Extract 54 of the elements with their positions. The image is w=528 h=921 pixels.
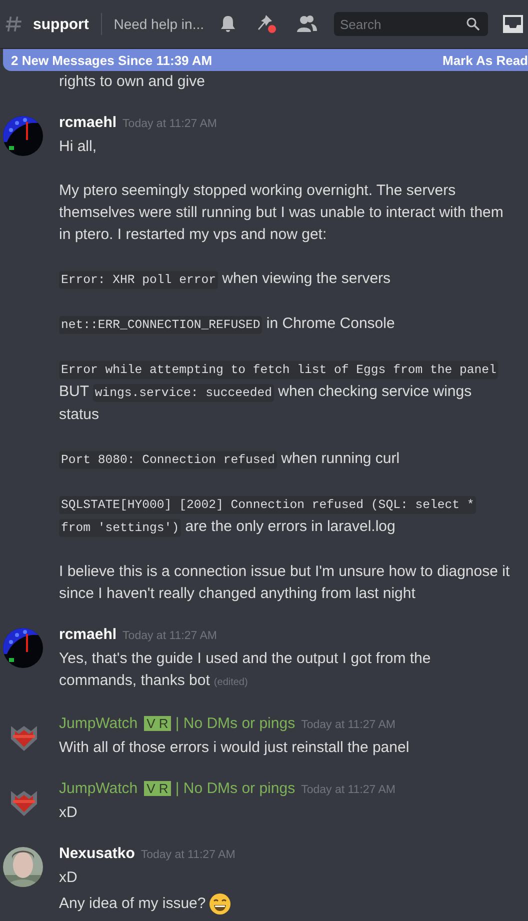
message-text: when checking service wings <box>277 383 472 400</box>
message-text: are the only errors in laravel.log <box>184 518 396 535</box>
grinning-emoji-icon <box>208 893 231 916</box>
message-text: when viewing the servers <box>221 270 391 287</box>
timestamp: Today at 11:27 AM <box>122 118 217 130</box>
author-name[interactable]: rcmaehl <box>59 626 117 643</box>
author-name[interactable]: JumpWatch <box>59 780 138 797</box>
message-text: in Chrome Console <box>265 315 395 332</box>
edited-label: (edited) <box>214 677 248 688</box>
timestamp: Today at 11:27 AM <box>301 784 396 796</box>
message-text: I believe this is a connection issue but I'm unsure how to diagnose it since I haven't really changed anything from last night <box>59 563 510 602</box>
message-text: xD <box>59 804 78 821</box>
role-tag: V R <box>144 781 172 796</box>
inline-code: from 'settings') <box>59 519 182 537</box>
inline-code: wings.service: succeeded <box>92 384 274 402</box>
bell-icon[interactable] <box>218 14 238 34</box>
inline-code: net::ERR_CONNECTION_REFUSED <box>59 316 262 334</box>
author-name[interactable]: JumpWatch <box>59 715 138 732</box>
mark-as-read-link[interactable]: Mark As Read <box>442 52 528 68</box>
role-tag: V R <box>144 716 172 731</box>
message-text: rights to own and give <box>59 73 205 90</box>
channel-name: support <box>33 16 89 32</box>
timestamp: Today at 11:27 AM <box>140 849 236 861</box>
search-icon <box>466 17 480 31</box>
author-name[interactable]: Nexusatko <box>59 845 135 862</box>
pin-icon[interactable] <box>256 13 278 35</box>
author-name[interactable]: rcmaehl <box>59 114 117 131</box>
inline-code: SQLSTATE[HY000] [2002] Connection refused (SQL: select * <box>59 496 476 514</box>
message-text: Hi all, <box>59 138 97 155</box>
search-field[interactable]: Search <box>334 12 488 36</box>
message-text: Yes, that's the guide I used and the output I got from the <box>59 650 431 667</box>
message-text: xD <box>59 869 78 886</box>
hash-icon <box>5 14 24 34</box>
nickname-suffix[interactable]: | No DMs or pings <box>175 715 296 732</box>
message-text: Any idea of my issue? <box>59 895 206 912</box>
message-text: status <box>59 406 100 423</box>
shield-icon[interactable] <box>9 723 39 753</box>
new-messages-bar[interactable]: 2 New Messages Since 11:39 AM Mark As Read <box>3 49 528 71</box>
channel-topic[interactable]: Need help in... <box>114 16 204 32</box>
timestamp: Today at 11:27 AM <box>301 719 396 731</box>
message-text: when running curl <box>280 450 400 467</box>
message-text: BUT <box>59 383 90 400</box>
shield-icon[interactable] <box>9 788 39 818</box>
inline-code: Port 8080: Connection refused <box>59 451 278 469</box>
message-text: commands, thanks bot <box>59 672 210 689</box>
inline-code: Error while attempting to fetch list of Eggs from the panel <box>59 361 498 379</box>
inbox-icon[interactable] <box>502 14 524 34</box>
inline-code: Error: XHR poll error <box>59 271 218 289</box>
members-icon[interactable] <box>296 14 318 34</box>
new-messages-text: 2 New Messages Since 11:39 AM <box>11 52 212 68</box>
timestamp: Today at 11:27 AM <box>122 630 217 642</box>
message-text: With all of those errors i would just reinstall the panel <box>59 739 410 756</box>
message-text: My ptero seemingly stopped working overnight. The servers themselves were still running but I was unable to interact with them in ptero. I restarted my vps and now get: <box>59 182 504 243</box>
nickname-suffix[interactable]: | No DMs or pings <box>175 780 296 797</box>
